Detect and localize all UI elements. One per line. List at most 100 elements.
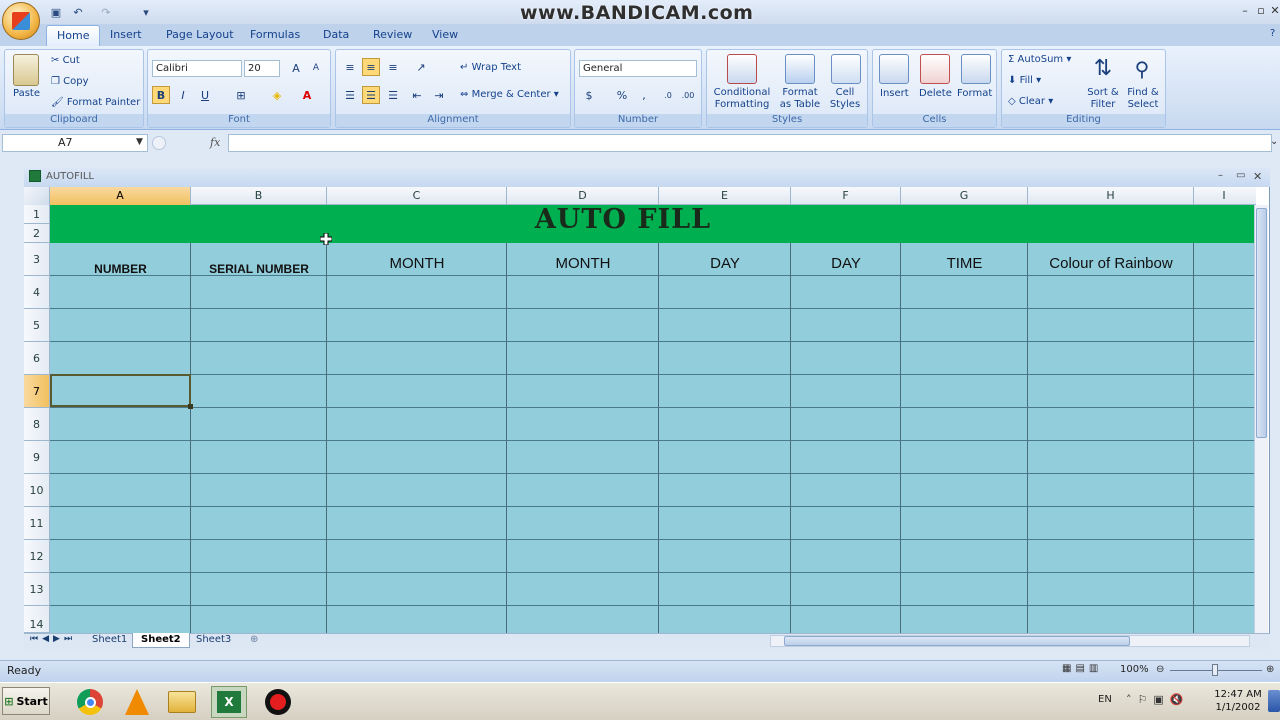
shrink-font-icon[interactable]: A	[307, 59, 325, 77]
fill-color-icon[interactable]: ◈	[268, 86, 286, 104]
row-header-2[interactable]: 2	[24, 224, 50, 243]
paste-icon[interactable]	[13, 54, 39, 86]
row-header-6[interactable]: 6	[24, 342, 50, 375]
formula-input[interactable]	[228, 134, 1272, 152]
underline-button[interactable]: U	[196, 86, 214, 104]
select-all-button[interactable]	[24, 187, 50, 205]
tab-formulas[interactable]: Formulas	[240, 25, 310, 46]
chrome-icon[interactable]	[72, 686, 108, 718]
tab-home[interactable]: Home	[46, 25, 101, 46]
tab-insert[interactable]: Insert	[100, 25, 152, 46]
clock[interactable]: 12:47 AM 1/1/2002	[1212, 688, 1264, 714]
cut-button[interactable]: ✂ Cut	[51, 55, 80, 66]
delete-cells-button[interactable]: Delete	[919, 88, 952, 99]
column-header-e[interactable]: E	[659, 187, 791, 205]
header-cell-g3[interactable]: TIME	[901, 255, 1028, 272]
active-cell-a7[interactable]	[50, 374, 191, 407]
expand-formula-icon[interactable]: ⌄	[1270, 136, 1278, 147]
minimize-icon[interactable]: –	[1238, 3, 1252, 17]
row-header-11[interactable]: 11	[24, 507, 50, 540]
align-center-icon[interactable]: ☰	[362, 86, 380, 104]
fill-button[interactable]: ⬇ Fill ▾	[1008, 75, 1041, 86]
header-cell-f3[interactable]: DAY	[791, 255, 901, 272]
comma-button[interactable]: ,	[635, 86, 653, 104]
align-bottom-icon[interactable]: ≡	[384, 58, 402, 76]
data-grid[interactable]	[50, 243, 1254, 633]
header-cell-e3[interactable]: DAY	[659, 255, 791, 272]
column-header-b[interactable]: B	[191, 187, 327, 205]
excel-taskbar-icon[interactable]: X	[211, 686, 247, 718]
align-left-icon[interactable]: ☰	[341, 86, 359, 104]
wb-minimize-icon[interactable]: –	[1218, 170, 1223, 181]
column-header-g[interactable]: G	[901, 187, 1028, 205]
horizontal-scroll-thumb[interactable]	[784, 636, 1130, 646]
conditional-formatting-button[interactable]: Conditional Formatting	[713, 87, 771, 111]
sort-filter-button[interactable]: Sort & Filter	[1082, 87, 1124, 111]
row-header-8[interactable]: 8	[24, 408, 50, 441]
redo-icon[interactable]: ↷	[98, 4, 114, 20]
zoom-slider-thumb[interactable]	[1212, 664, 1218, 676]
tab-page-layout[interactable]: Page Layout	[156, 25, 244, 46]
vlc-icon[interactable]	[119, 686, 155, 718]
borders-icon[interactable]: ⊞	[232, 86, 250, 104]
wb-restore-icon[interactable]: ▭	[1236, 170, 1245, 181]
sheet-tab-sheet2[interactable]: Sheet2	[132, 633, 190, 648]
office-button[interactable]	[2, 2, 40, 40]
decrease-decimal-icon[interactable]: .00	[679, 86, 697, 104]
align-middle-icon[interactable]: ≡	[362, 58, 380, 76]
row-header-4[interactable]: 4	[24, 276, 50, 309]
merge-center-button[interactable]: ⇔ Merge & Center ▾	[460, 89, 559, 100]
zoom-in-icon[interactable]: ⊕	[1266, 664, 1274, 675]
folder-icon[interactable]	[164, 686, 200, 718]
align-top-icon[interactable]: ≡	[341, 58, 359, 76]
language-indicator[interactable]: EN	[1098, 694, 1112, 705]
sheet-nav-arrows-icon[interactable]: ⏮◀▶⏭	[30, 634, 76, 644]
paste-button[interactable]: Paste	[13, 88, 40, 99]
align-right-icon[interactable]: ☰	[384, 86, 402, 104]
undo-icon[interactable]: ↶	[70, 4, 86, 20]
column-header-h[interactable]: H	[1028, 187, 1194, 205]
row-header-7[interactable]: 7	[24, 375, 50, 408]
grow-font-icon[interactable]: A	[287, 59, 305, 77]
tab-review[interactable]: Review	[363, 25, 422, 46]
increase-indent-icon[interactable]: ⇥	[430, 86, 448, 104]
insert-function-icon[interactable]: fx	[210, 136, 220, 149]
sheet-tab-sheet3[interactable]: Sheet3	[188, 633, 239, 648]
increase-decimal-icon[interactable]: .0	[659, 86, 677, 104]
clear-button[interactable]: ◇ Clear ▾	[1008, 96, 1053, 107]
header-cell-d3[interactable]: MONTH	[507, 255, 659, 272]
wb-close-icon[interactable]: ✕	[1253, 170, 1262, 183]
show-desktop-icon[interactable]	[1268, 690, 1280, 712]
view-mode-icons[interactable]: ▦▤▥	[1062, 663, 1112, 677]
header-cell-b3[interactable]: SERIAL NUMBER	[191, 262, 327, 278]
font-size-select[interactable]: 20	[244, 60, 280, 77]
column-header-a[interactable]: A	[50, 187, 191, 205]
record-icon[interactable]	[260, 686, 296, 718]
zoom-out-icon[interactable]: ⊖	[1156, 664, 1164, 675]
name-box[interactable]: A7	[2, 134, 148, 152]
number-format-select[interactable]: General	[579, 60, 697, 77]
header-cell-a3[interactable]: NUMBER	[50, 262, 191, 278]
column-header-i[interactable]: I	[1194, 187, 1254, 205]
italic-button[interactable]: I	[174, 86, 192, 104]
percent-button[interactable]: %	[613, 86, 631, 104]
zoom-level[interactable]: 100%	[1120, 664, 1149, 675]
bold-button[interactable]: B	[152, 86, 170, 104]
font-name-select[interactable]: Calibri	[152, 60, 242, 77]
row-header-13[interactable]: 13	[24, 573, 50, 606]
tab-data[interactable]: Data	[313, 25, 359, 46]
name-box-dropdown-icon[interactable]: ▼	[136, 137, 143, 147]
copy-button[interactable]: ❐ Copy	[51, 76, 89, 87]
row-header-3[interactable]: 3	[24, 243, 50, 276]
qat-customize-icon[interactable]: ▾	[138, 4, 154, 20]
row-header-9[interactable]: 9	[24, 441, 50, 474]
wrap-text-button[interactable]: ↵ Wrap Text	[460, 62, 521, 73]
decrease-indent-icon[interactable]: ⇤	[408, 86, 426, 104]
help-icon[interactable]: ?	[1270, 28, 1280, 40]
vertical-scroll-thumb[interactable]	[1256, 208, 1267, 438]
row-header-1[interactable]: 1	[24, 205, 50, 224]
row-header-14[interactable]: 14	[24, 606, 50, 633]
sheet-tab-sheet1[interactable]: Sheet1	[84, 633, 135, 648]
save-icon[interactable]: ▣	[48, 4, 64, 20]
format-painter-button[interactable]: 🖌 Format Painter	[51, 97, 140, 108]
